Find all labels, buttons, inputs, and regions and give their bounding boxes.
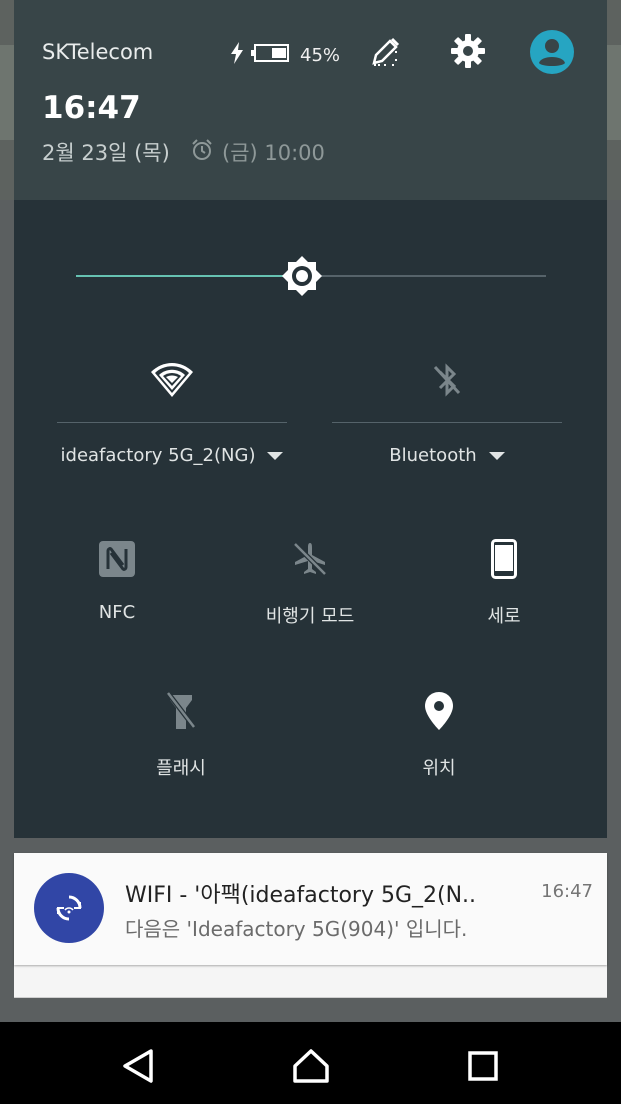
wifi-dropdown[interactable]: ideafactory 5G_2(NG)	[57, 445, 287, 466]
flashlight-off-icon	[96, 686, 266, 736]
background-edge-right	[607, 45, 621, 140]
nfc-label: NFC	[98, 602, 136, 623]
battery-status: 45%	[230, 42, 340, 68]
tile-location[interactable]: 위치	[354, 686, 524, 780]
battery-icon	[250, 43, 290, 67]
gear-icon[interactable]	[448, 31, 488, 71]
tile-airplane-mode[interactable]: 비행기 모드	[225, 534, 395, 628]
location-pin-icon	[354, 686, 524, 736]
bluetooth-off-icon	[332, 350, 562, 410]
brightness-slider-fill	[76, 275, 302, 277]
quick-settings-panel: ideafactory 5G_2(NG) Bluetooth NFC 비행기 모…	[14, 200, 607, 838]
next-alarm-label: (금) 10:00	[222, 141, 325, 165]
flashlight-label: 플래시	[156, 758, 206, 779]
tile-wifi[interactable]: ideafactory 5G_2(NG)	[57, 350, 287, 466]
bluetooth-dropdown[interactable]: Bluetooth	[332, 445, 562, 466]
chevron-down-icon	[267, 451, 284, 460]
background-edge-left	[0, 45, 14, 140]
home-button[interactable]	[283, 1038, 339, 1094]
notification-title: WIFI - '아팩(ideafactory 5G_2(N..	[125, 883, 477, 908]
notification-stack-layer	[14, 979, 607, 998]
nfc-icon	[32, 534, 202, 584]
bluetooth-label: Bluetooth	[389, 445, 477, 466]
notification-text: 다음은 'Ideafactory 5G(904)' 입니다.	[125, 917, 468, 941]
status-header: SKTelecom 45% 16:47 2월 23일 (목) (금) 10:00	[14, 0, 607, 200]
wifi-icon	[57, 350, 287, 410]
edit-icon[interactable]	[366, 31, 406, 71]
tile-rotation[interactable]: 세로	[419, 534, 589, 628]
back-icon	[123, 1049, 153, 1083]
home-icon	[293, 1049, 329, 1083]
notification-app-icon	[34, 873, 104, 943]
alarm-clock-icon	[190, 138, 214, 167]
chevron-down-icon	[488, 451, 505, 460]
airplane-off-icon	[225, 534, 395, 584]
rotation-label: 세로	[487, 606, 521, 627]
tile-divider	[57, 422, 287, 423]
date-label[interactable]: 2월 23일 (목)	[42, 137, 170, 167]
tile-nfc[interactable]: NFC	[32, 534, 202, 623]
tile-divider	[332, 422, 562, 423]
location-label: 위치	[422, 758, 456, 779]
portrait-phone-icon	[419, 534, 589, 584]
bolt-icon	[230, 42, 244, 68]
recents-button[interactable]	[455, 1038, 511, 1094]
account-icon[interactable]	[529, 29, 575, 75]
recents-icon	[468, 1051, 498, 1081]
wifi-notification[interactable]: WIFI - '아팩(ideafactory 5G_2(N.. 다음은 'Ide…	[14, 853, 607, 965]
back-button[interactable]	[110, 1038, 166, 1094]
clock-time: 16:47	[42, 90, 141, 126]
carrier-name: SKTelecom	[42, 40, 154, 64]
tile-bluetooth[interactable]: Bluetooth	[332, 350, 562, 466]
battery-percent: 45%	[300, 44, 341, 66]
navigation-bar	[0, 1022, 621, 1104]
airplane-mode-label: 비행기 모드	[265, 606, 355, 627]
brightness-icon[interactable]	[281, 255, 323, 297]
next-alarm[interactable]: (금) 10:00	[190, 137, 325, 167]
wifi-network-label: ideafactory 5G_2(NG)	[60, 445, 256, 466]
tile-flashlight[interactable]: 플래시	[96, 686, 266, 780]
notification-time: 16:47	[541, 881, 593, 902]
